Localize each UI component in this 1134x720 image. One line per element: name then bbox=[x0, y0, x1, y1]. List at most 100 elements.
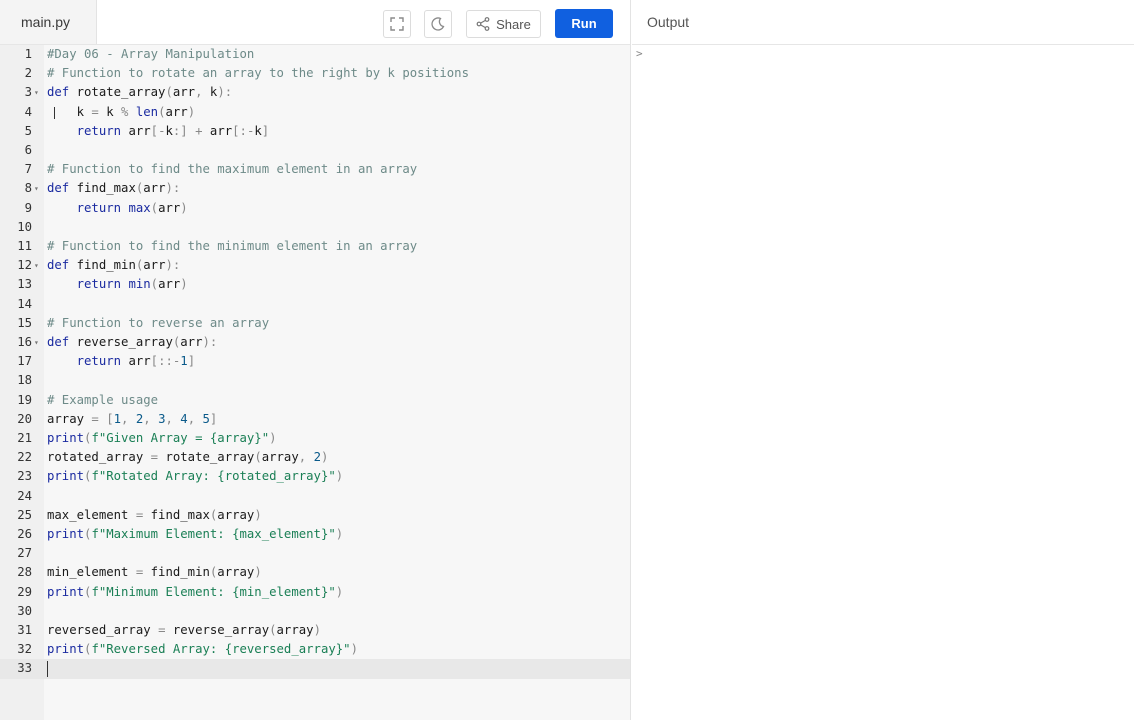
line-number: 23 bbox=[17, 469, 32, 484]
line-number: 11 bbox=[17, 239, 32, 253]
line-number: 6 bbox=[24, 143, 32, 157]
code-text: # Function to reverse an array bbox=[47, 315, 270, 330]
line-number: 25 bbox=[17, 507, 32, 522]
code-line[interactable]: 32 print(f"Reversed Array: {reversed_arra… bbox=[0, 640, 630, 659]
output-prompt: > bbox=[636, 47, 643, 60]
code-line[interactable]: 19 # Example usage bbox=[0, 391, 630, 410]
code-text: k = k % len(arr) bbox=[47, 104, 196, 119]
code-line[interactable]: 16 ▾ def reverse_array(arr): bbox=[0, 333, 630, 352]
code-line[interactable]: 14 bbox=[0, 295, 630, 314]
code-line[interactable]: 24 bbox=[0, 487, 630, 506]
code-text: print(f"Rotated Array: {rotated_array}") bbox=[47, 469, 344, 484]
code-text: # Function to rotate an array to the rig… bbox=[47, 66, 469, 81]
code-line[interactable]: 28 min_element = find_min(array) bbox=[0, 563, 630, 582]
code-text: print(f"Reversed Array: {reversed_array}… bbox=[47, 642, 358, 657]
code-text: #Day 06 - Array Manipulation bbox=[47, 47, 255, 61]
code-line[interactable]: 21 print(f"Given Array = {array}") bbox=[0, 429, 630, 448]
code-line[interactable]: 20 array = [1, 2, 3, 4, 5] bbox=[0, 410, 630, 429]
line-number: 24 bbox=[17, 488, 32, 503]
code-text: min_element = find_min(array) bbox=[47, 565, 262, 580]
code-line[interactable]: 3 ▾ def rotate_array(arr, k): bbox=[0, 83, 630, 102]
code-line[interactable]: 26 print(f"Maximum Element: {max_element}… bbox=[0, 525, 630, 544]
code-text: def reverse_array(arr): bbox=[47, 335, 218, 349]
code-line[interactable]: 27 bbox=[0, 544, 630, 563]
fullscreen-button[interactable] bbox=[383, 10, 411, 38]
line-number: 17 bbox=[17, 354, 32, 369]
fold-arrow-icon[interactable]: ▾ bbox=[34, 333, 39, 352]
code-text: return arr[::-1] bbox=[76, 354, 196, 369]
code-text: def find_max(arr): bbox=[47, 181, 181, 196]
share-icon bbox=[476, 17, 490, 31]
code-line[interactable]: 13 return min(arr) bbox=[0, 275, 630, 294]
code-line[interactable]: 9 return max(arr) bbox=[0, 199, 630, 218]
line-number: 21 bbox=[17, 431, 32, 445]
fold-arrow-icon[interactable]: ▾ bbox=[34, 256, 39, 275]
code-text: # Function to find the minimum element i… bbox=[47, 239, 418, 253]
code-editor[interactable]: 1 #Day 06 - Array Manipulation 2 # Function… bbox=[0, 45, 630, 720]
line-number: 27 bbox=[17, 546, 32, 561]
code-line[interactable]: 31 reversed_array = reverse_array(array) bbox=[0, 621, 630, 640]
code-text: # Example usage bbox=[47, 392, 159, 407]
code-line[interactable]: 22 rotated_array = rotate_array(array, 2) bbox=[0, 448, 630, 467]
code-line[interactable]: 1 #Day 06 - Array Manipulation bbox=[0, 45, 630, 64]
output-header: Output bbox=[632, 0, 1134, 45]
line-number: 8 bbox=[24, 181, 32, 196]
line-number: 1 bbox=[24, 47, 32, 61]
line-number: 29 bbox=[17, 584, 32, 599]
code-text: return min(arr) bbox=[76, 277, 188, 292]
code-line[interactable]: 29 print(f"Minimum Element: {min_element}… bbox=[0, 583, 630, 602]
line-number: 26 bbox=[17, 527, 32, 541]
fold-arrow-icon[interactable]: ▾ bbox=[34, 83, 39, 102]
code-text: print(f"Given Array = {array}") bbox=[47, 431, 277, 445]
output-title: Output bbox=[647, 14, 690, 30]
code-line[interactable]: 10 bbox=[0, 218, 630, 237]
share-button[interactable]: Share bbox=[466, 10, 541, 38]
code-line[interactable]: 17 return arr[::-1] bbox=[0, 352, 630, 371]
code-text: array = [1, 2, 3, 4, 5] bbox=[47, 411, 218, 426]
code-line[interactable]: 8 ▾ def find_max(arr): bbox=[0, 179, 630, 198]
code-line[interactable]: 11 # Function to find the minimum element… bbox=[0, 237, 630, 256]
code-text: # Function to find the maximum element i… bbox=[47, 162, 418, 177]
code-text: return max(arr) bbox=[76, 200, 188, 215]
code-line[interactable]: 5 return arr[-k:] + arr[:-k] bbox=[0, 122, 630, 141]
line-number: 31 bbox=[17, 623, 32, 637]
code-text: max_element = find_max(array) bbox=[47, 507, 262, 522]
code-line[interactable]: 25 max_element = find_max(array) bbox=[0, 506, 630, 525]
line-number: 10 bbox=[17, 219, 32, 234]
line-number: 4 bbox=[24, 104, 32, 119]
editor-toolbar: main.py Share Run bbox=[0, 0, 630, 45]
line-number: 22 bbox=[17, 450, 32, 465]
line-number: 9 bbox=[24, 200, 32, 215]
line-number: 7 bbox=[24, 162, 32, 177]
editor-panel: main.py Share Run 1 #Day 06 - Array Mani… bbox=[0, 0, 631, 720]
code-line[interactable]: 18 bbox=[0, 371, 630, 390]
moon-icon bbox=[431, 17, 445, 31]
output-panel: Output > bbox=[632, 0, 1134, 720]
code-line[interactable]: 7 # Function to find the maximum element … bbox=[0, 160, 630, 179]
code-line[interactable]: 12 ▾ def find_min(arr): bbox=[0, 256, 630, 275]
online-python-compiler: main.py Share Run 1 #Day 06 - Array Mani… bbox=[0, 0, 1134, 720]
code-line[interactable]: 15 # Function to reverse an array bbox=[0, 314, 630, 333]
code-line[interactable]: 33 bbox=[0, 659, 630, 679]
theme-toggle-button[interactable] bbox=[424, 10, 452, 38]
code-line[interactable]: 2 # Function to rotate an array to the ri… bbox=[0, 64, 630, 83]
fullscreen-icon bbox=[390, 17, 404, 31]
line-number: 30 bbox=[17, 603, 32, 618]
code-text: def find_min(arr): bbox=[47, 258, 181, 273]
line-number: 15 bbox=[17, 315, 32, 330]
line-number: 28 bbox=[17, 565, 32, 580]
share-label: Share bbox=[496, 16, 531, 32]
fold-arrow-icon[interactable]: ▾ bbox=[34, 179, 39, 198]
code-line[interactable]: 6 bbox=[0, 141, 630, 160]
code-line[interactable]: 30 bbox=[0, 602, 630, 621]
code-text: def rotate_array(arr, k): bbox=[47, 85, 233, 100]
code-text: print(f"Maximum Element: {max_element}") bbox=[47, 527, 344, 541]
code-line[interactable]: 23 print(f"Rotated Array: {rotated_array}… bbox=[0, 467, 630, 486]
code-line[interactable]: 4 k = k % len(arr) bbox=[0, 103, 630, 122]
run-button[interactable]: Run bbox=[555, 9, 613, 38]
file-tab-main-py[interactable]: main.py bbox=[0, 0, 97, 44]
line-number: 13 bbox=[17, 277, 32, 292]
line-number: 33 bbox=[17, 661, 32, 676]
line-number: 3 bbox=[24, 85, 32, 100]
line-number: 12 bbox=[17, 258, 32, 273]
